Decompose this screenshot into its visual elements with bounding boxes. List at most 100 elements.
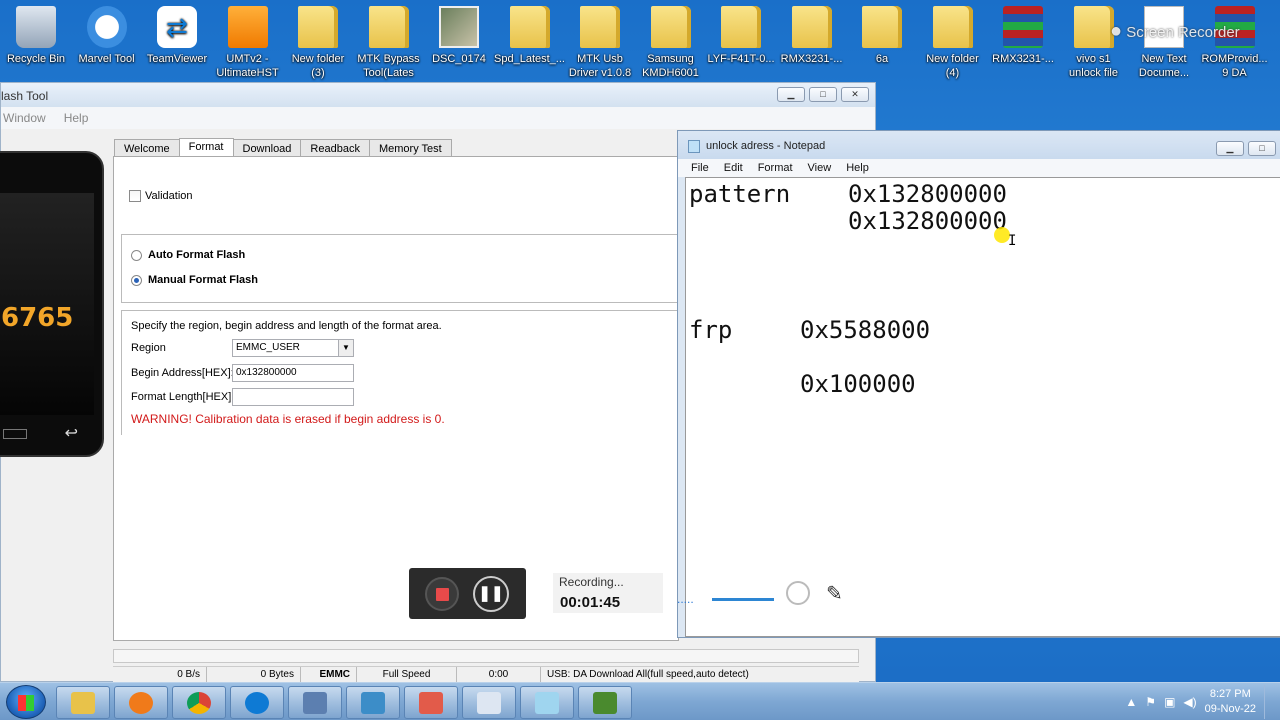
auto-format-label: Auto Format Flash [148, 249, 246, 261]
chevron-down-icon[interactable]: ▼ [338, 340, 353, 356]
desktop-icon[interactable]: MTK Usb Driver v1.0.8 [564, 6, 636, 80]
marvel-tool-icon [86, 6, 127, 48]
frp-length: 0x100000 [800, 370, 916, 398]
menu-format[interactable]: Format [758, 162, 793, 174]
desktop-icon[interactable]: UMTv2 - UltimateHST [212, 6, 284, 80]
remote-taskbar-button[interactable] [288, 686, 342, 719]
pattern-label: pattern [689, 180, 791, 208]
notepad-window: unlock adress - Notepad ▁ □ File Edit Fo… [677, 130, 1280, 638]
menu-help[interactable]: Help [846, 162, 869, 174]
format-panel: Validation Auto Format Flash Manual Form… [113, 156, 681, 641]
recycle-bin-icon [16, 6, 56, 48]
calibration-warning: WARNING! Calibration data is erased if b… [131, 412, 445, 426]
webcam-icon[interactable] [786, 581, 810, 605]
show-hidden-icons-icon[interactable]: ▲ [1125, 695, 1137, 709]
desktop-icon[interactable]: vivo s1 unlock file [1058, 6, 1130, 80]
begin-address-input[interactable]: 0x132800000 [232, 364, 354, 382]
status-time: 0:00 [457, 667, 541, 683]
teamviewer-taskbar-button[interactable] [230, 686, 284, 719]
back-icon: ↩ [64, 425, 78, 442]
menu-file[interactable]: File [691, 162, 709, 174]
notepad-taskbar-button[interactable] [520, 686, 574, 719]
maximize-button[interactable]: □ [809, 87, 837, 102]
validation-checkbox[interactable]: Validation [129, 190, 193, 202]
show-desktop-button[interactable] [1264, 685, 1274, 719]
notepad-titlebar[interactable]: unlock adress - Notepad ▁ □ [678, 131, 1280, 159]
manual-format-option[interactable]: Manual Format Flash [131, 274, 258, 286]
explorer-taskbar-button[interactable] [56, 686, 110, 719]
progress-bar [113, 649, 859, 663]
format-length-input[interactable] [232, 388, 354, 406]
desktop-icon-label: LYF-F41T-0... [707, 53, 775, 65]
minimize-button[interactable]: ▁ [777, 87, 805, 102]
folder-icon [862, 6, 902, 48]
pattern-length: 0x132800000 [848, 207, 1007, 235]
teamviewer-icon [245, 692, 269, 714]
desktop-icon[interactable]: 6a [846, 6, 918, 66]
desktop-icon[interactable]: Samsung KMDH6001 [635, 6, 707, 80]
pause-recording-button[interactable]: ❚❚ [473, 576, 509, 612]
checkbox-icon[interactable] [129, 190, 141, 202]
tab-format[interactable]: Format [178, 138, 234, 157]
folder-icon [791, 6, 832, 48]
radio-selected-icon[interactable] [131, 274, 142, 286]
menu-view[interactable]: View [808, 162, 832, 174]
region-select[interactable]: EMMC_USER ▼ [232, 339, 354, 357]
pen-icon[interactable]: ✎ [826, 581, 843, 606]
desktop-icon[interactable]: RMX3231-... [987, 6, 1059, 66]
desktop-icon[interactable]: New Text Docume... [1128, 6, 1200, 80]
chrome-taskbar-button[interactable] [172, 686, 226, 719]
flash-tool-taskbar-button[interactable] [404, 686, 458, 719]
begin-address-label: Begin Address[HEX]: [131, 367, 234, 379]
image-viewer-taskbar-button[interactable] [346, 686, 400, 719]
phone-image: 6765 ↩ [0, 151, 104, 457]
media-player-taskbar-button[interactable] [114, 686, 168, 719]
volume-slider[interactable] [712, 598, 774, 601]
start-button[interactable] [6, 685, 46, 719]
menu-window[interactable]: Window [3, 111, 46, 125]
desktop-icon-label: DSC_0174 [432, 53, 486, 65]
desktop-icon-label: vivo s1 [1076, 53, 1111, 65]
wordpad-taskbar-button[interactable] [462, 686, 516, 719]
menu-edit[interactable]: Edit [724, 162, 743, 174]
status-storage: EMMC [301, 667, 357, 683]
notepad-text-area[interactable]: pattern 0x132800000 0x132800000 frp 0x55… [685, 177, 1280, 637]
desktop-icon-label: UMTv2 - [226, 53, 269, 65]
maximize-button[interactable]: □ [1248, 141, 1276, 156]
volume-icon[interactable]: ◀) [1183, 695, 1196, 709]
desktop-icon[interactable]: ROMProvid... 9 DA [1199, 6, 1271, 80]
pattern-address: 0x132800000 [848, 180, 1007, 208]
manual-format-label: Manual Format Flash [148, 274, 259, 286]
desktop-icon[interactable]: New folder (4) [917, 6, 989, 80]
phone-icon [419, 692, 443, 714]
desktop-icon[interactable]: Spd_Latest_... [494, 6, 566, 66]
desktop-icon[interactable]: DSC_0174 [423, 6, 495, 66]
desktop-icon[interactable]: MTK Bypass Tool(Lates [353, 6, 425, 80]
close-button[interactable]: ✕ [841, 87, 869, 102]
flash-tool-titlebar[interactable]: lash Tool ▁ □ ✕ [1, 83, 875, 107]
chip-label: 6765 [1, 303, 74, 333]
desktop-icon[interactable]: RMX3231-... [776, 6, 848, 66]
desktop-icon-label: MTK Bypass [357, 53, 420, 65]
stop-recording-button[interactable] [425, 577, 459, 611]
status-usb: USB: DA Download All(full speed,auto det… [547, 669, 749, 680]
clock[interactable]: 8:27 PM 09-Nov-22 [1205, 687, 1256, 717]
network-icon[interactable]: ▣ [1164, 695, 1175, 709]
menu-help[interactable]: Help [64, 111, 89, 125]
desktop-icon[interactable]: Marvel Tool [71, 6, 143, 66]
desktop-icon[interactable]: LYF-F41T-0... [705, 6, 777, 66]
action-center-icon[interactable]: ⚑ [1145, 695, 1156, 709]
format-region-group: Specify the region, begin address and le… [121, 310, 681, 435]
android-taskbar-button[interactable] [578, 686, 632, 719]
camera-icon: ● [1110, 20, 1123, 42]
radio-icon[interactable] [131, 249, 142, 261]
desktop-icon-label-line2: Docume... [1138, 67, 1190, 79]
taskbar: ▲ ⚑ ▣ ◀) 8:27 PM 09-Nov-22 [0, 682, 1280, 720]
folder-icon [71, 692, 95, 714]
desktop-icon[interactable]: TeamViewer [141, 6, 213, 66]
image-icon [361, 692, 385, 714]
auto-format-option[interactable]: Auto Format Flash [131, 249, 245, 261]
minimize-button[interactable]: ▁ [1216, 141, 1244, 156]
desktop-icon[interactable]: Recycle Bin [0, 6, 72, 66]
desktop-icon[interactable]: New folder (3) [282, 6, 354, 80]
